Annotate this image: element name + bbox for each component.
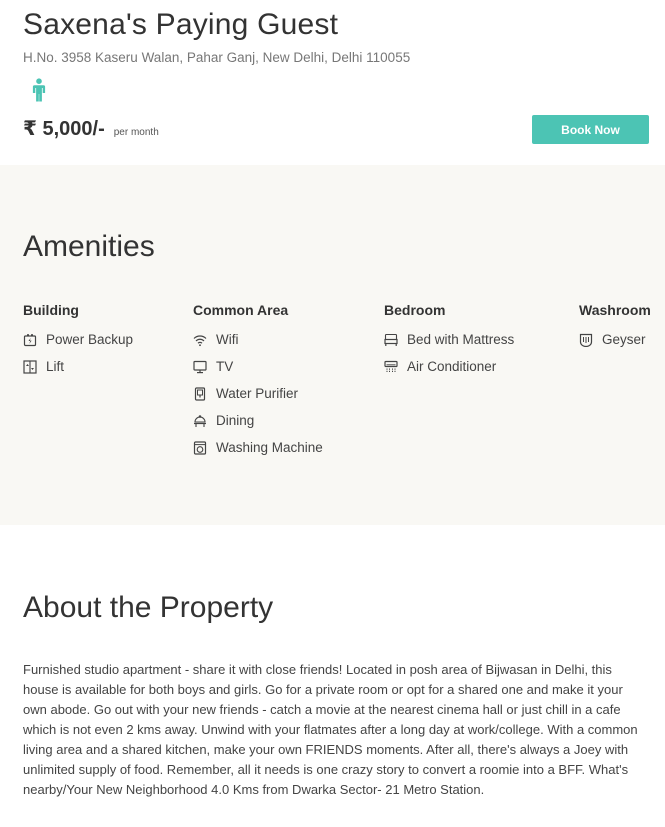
male-person-icon xyxy=(32,78,46,102)
price-row: ₹ 5,000/- per month xyxy=(23,116,159,141)
about-section: About the Property Furnished studio apar… xyxy=(0,525,665,827)
amenity-item: TV xyxy=(193,353,323,380)
amenity-label: Bed with Mattress xyxy=(407,332,515,347)
amenity-label: Dining xyxy=(216,413,255,428)
amenity-item: Geyser xyxy=(579,326,651,353)
amenity-label: TV xyxy=(216,359,234,374)
amenity-label: Geyser xyxy=(602,332,646,347)
dining-icon xyxy=(194,414,206,427)
amenity-label: Water Purifier xyxy=(216,386,299,401)
wifi-icon xyxy=(193,334,207,346)
amenity-item: Dining xyxy=(193,407,323,434)
washing-machine-icon xyxy=(193,440,207,455)
water-purifier-icon xyxy=(194,386,206,401)
amenity-group-title: Common Area xyxy=(193,302,289,318)
amenity-label: Washing Machine xyxy=(216,440,323,455)
price-value: ₹ 5,000/- xyxy=(23,118,105,140)
amenity-group-bedroom: Bedroom Bed with Mattress Air Conditione… xyxy=(384,301,514,380)
about-description: Furnished studio apartment - share it wi… xyxy=(23,662,638,797)
amenity-label: Lift xyxy=(46,359,65,374)
amenity-label: Air Conditioner xyxy=(407,359,497,374)
amenity-group-title: Washroom xyxy=(579,302,651,318)
book-now-button[interactable]: Book Now xyxy=(532,115,649,144)
power-backup-icon xyxy=(23,333,37,346)
amenity-item: Wifi xyxy=(193,326,323,353)
price-period: per month xyxy=(113,127,159,138)
amenity-group-common-area: Common Area Wifi TV Water Purifier Dinin… xyxy=(193,301,323,461)
amenity-item: Water Purifier xyxy=(193,380,323,407)
amenity-item: Air Conditioner xyxy=(384,353,514,380)
property-address: H.No. 3958 Kaseru Walan, Pahar Ganj, New… xyxy=(23,50,411,65)
amenity-label: Wifi xyxy=(216,332,239,347)
amenities-title: Amenities xyxy=(23,230,155,263)
amenity-item: Bed with Mattress xyxy=(384,326,514,353)
amenity-item: Washing Machine xyxy=(193,434,323,461)
amenity-item: Lift xyxy=(23,353,133,380)
amenities-section: Amenities Building Power Backup Lift Com… xyxy=(0,165,665,525)
air-conditioner-icon xyxy=(384,360,398,372)
geyser-icon xyxy=(579,333,593,347)
about-title: About the Property xyxy=(23,591,274,624)
property-header: Saxena's Paying Guest H.No. 3958 Kaseru … xyxy=(0,0,665,165)
amenity-item: Power Backup xyxy=(23,326,133,353)
amenity-group-building: Building Power Backup Lift xyxy=(23,301,133,380)
bed-icon xyxy=(384,333,398,346)
tv-icon xyxy=(193,360,207,373)
lift-icon xyxy=(23,359,37,374)
amenity-group-washroom: Washroom Geyser xyxy=(579,301,651,353)
property-title: Saxena's Paying Guest xyxy=(23,8,339,41)
amenity-group-title: Building xyxy=(23,302,79,318)
amenity-label: Power Backup xyxy=(46,332,134,347)
amenity-group-title: Bedroom xyxy=(384,302,446,318)
